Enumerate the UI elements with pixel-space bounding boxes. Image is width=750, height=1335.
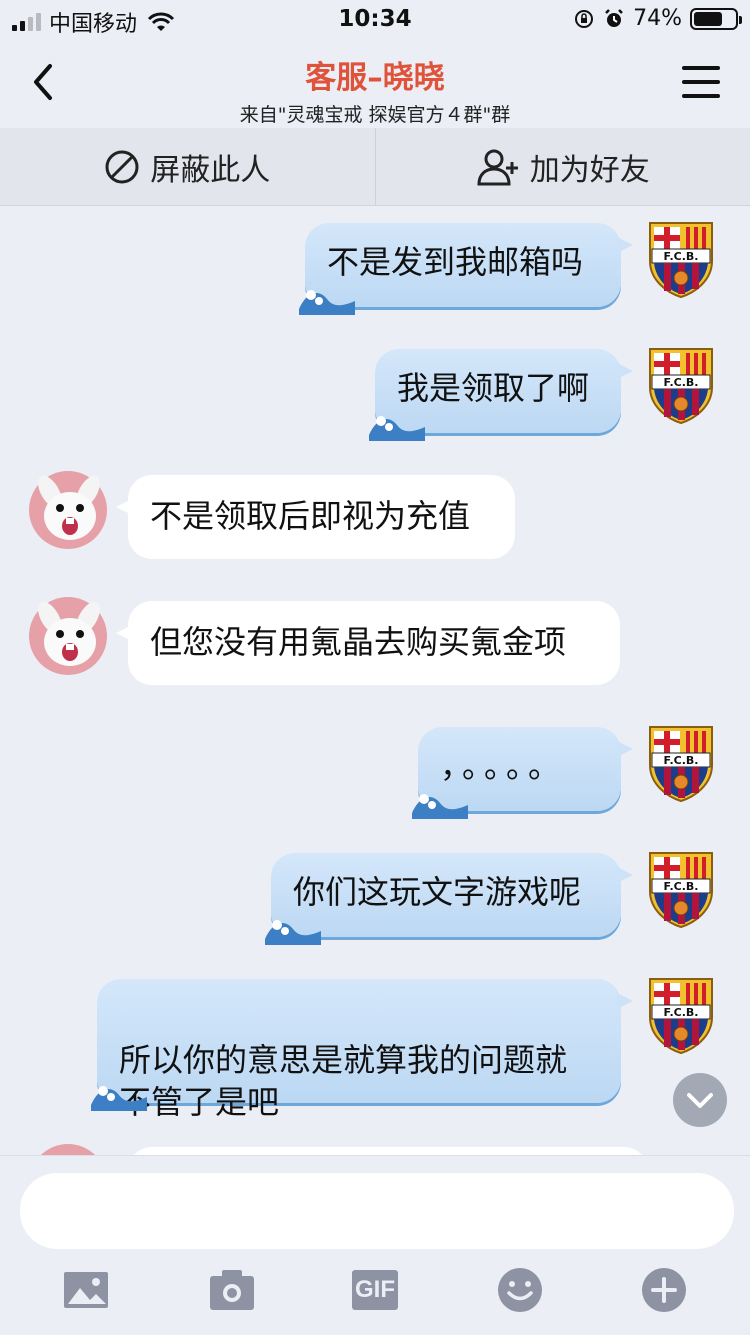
message-text: 但您没有用氪晶去购买氪金项	[150, 623, 566, 661]
emoji-icon[interactable]	[496, 1266, 544, 1314]
message-text: 不是领取后即视为充值	[150, 497, 470, 535]
svg-text:F.C.B.: F.C.B.	[664, 880, 699, 893]
message-bubble-incoming[interactable]: 不是领取后即视为充值	[128, 475, 515, 559]
fcb-crest-icon: F.C.B.	[642, 975, 720, 1055]
fcb-avatar[interactable]: F.C.B.	[642, 975, 720, 1053]
block-user-button[interactable]: 屏蔽此人	[0, 128, 375, 205]
message-text: 所以你的意思是就算我的问题就 不管了是吧	[119, 1041, 567, 1121]
orientation-lock-icon	[573, 8, 595, 30]
chat-header: 客服–晓晓 来自"灵魂宝戒 探娱官方４群"群	[0, 40, 750, 128]
rabbit-avatar[interactable]	[28, 596, 106, 674]
wave-decoration-icon	[263, 911, 323, 945]
rabbit-avatar-icon	[28, 596, 108, 676]
image-icon[interactable]	[62, 1266, 110, 1314]
gif-icon[interactable]: GIF	[352, 1270, 398, 1310]
message-text: 不是发到我邮箱吗	[327, 243, 583, 281]
svg-text:F.C.B.: F.C.B.	[664, 250, 699, 263]
wave-decoration-icon	[367, 407, 427, 441]
message-bubble-outgoing[interactable]: 不是发到我邮箱吗	[305, 223, 621, 307]
composer: GIF	[0, 1155, 750, 1335]
message-bubble-incoming-partial[interactable]	[128, 1147, 648, 1155]
svg-text:F.C.B.: F.C.B.	[664, 1006, 699, 1019]
wave-decoration-icon	[89, 1077, 149, 1111]
fcb-crest-icon: F.C.B.	[642, 345, 720, 425]
gif-label: GIF	[355, 1276, 395, 1303]
message-text: 我是领取了啊	[397, 369, 589, 407]
add-friend-icon	[476, 148, 520, 186]
add-friend-button[interactable]: 加为好友	[376, 128, 750, 205]
block-user-label: 屏蔽此人	[150, 145, 270, 189]
message-input[interactable]	[20, 1173, 734, 1249]
fcb-avatar[interactable]: F.C.B.	[642, 723, 720, 801]
plus-icon[interactable]	[640, 1266, 688, 1314]
alarm-icon	[603, 8, 625, 30]
fcb-avatar[interactable]: F.C.B.	[642, 219, 720, 297]
rabbit-avatar[interactable]	[28, 470, 106, 548]
status-bar: 中国移动 10:34 74%	[0, 0, 750, 40]
battery-icon	[690, 8, 738, 30]
message-bubble-outgoing[interactable]: 我是领取了啊	[375, 349, 621, 433]
menu-icon[interactable]	[682, 66, 720, 100]
rabbit-avatar-icon	[28, 470, 108, 550]
fcb-avatar[interactable]: F.C.B.	[642, 849, 720, 927]
block-icon	[104, 149, 140, 185]
chat-title: 客服–晓晓	[0, 52, 750, 97]
message-text: ，。。。。	[440, 747, 566, 785]
chevron-down-icon	[673, 1073, 727, 1127]
fcb-crest-icon: F.C.B.	[642, 723, 720, 803]
svg-text:F.C.B.: F.C.B.	[664, 376, 699, 389]
message-bubble-outgoing[interactable]: 所以你的意思是就算我的问题就 不管了是吧	[97, 979, 621, 1103]
message-text: 你们这玩文字游戏呢	[293, 873, 581, 911]
wave-decoration-icon	[297, 281, 357, 315]
fcb-crest-icon: F.C.B.	[642, 849, 720, 929]
add-friend-label: 加为好友	[530, 145, 650, 189]
message-bubble-outgoing[interactable]: 你们这玩文字游戏呢	[271, 853, 621, 937]
fcb-crest-icon: F.C.B.	[642, 219, 720, 299]
battery-percent: 74%	[633, 6, 682, 31]
scroll-to-bottom-button[interactable]	[673, 1073, 727, 1127]
action-bar: 屏蔽此人 加为好友	[0, 128, 750, 206]
rabbit-avatar[interactable]	[28, 1143, 106, 1155]
message-bubble-outgoing[interactable]: ，。。。。	[418, 727, 621, 811]
camera-icon[interactable]	[208, 1266, 256, 1314]
message-bubble-incoming[interactable]: 但您没有用氪晶去购买氪金项	[128, 601, 620, 685]
message-list[interactable]: 不是发到我邮箱吗 F.C.B. 我是领取了啊 F.C.B.	[0, 205, 750, 1155]
svg-text:F.C.B.: F.C.B.	[664, 754, 699, 767]
wave-decoration-icon	[410, 785, 470, 819]
chat-subtitle: 来自"灵魂宝戒 探娱官方４群"群	[0, 100, 750, 127]
rabbit-avatar-icon	[28, 1143, 108, 1155]
fcb-avatar[interactable]: F.C.B.	[642, 345, 720, 423]
